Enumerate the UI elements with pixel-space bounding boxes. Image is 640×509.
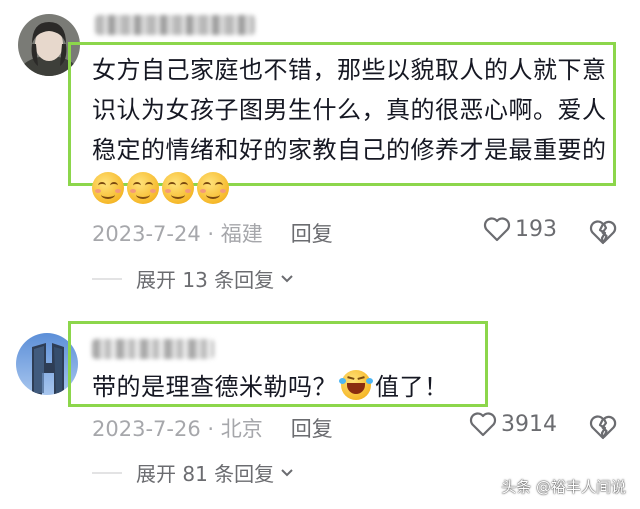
comment-text-part: 带的是理查德米勒吗？ [92, 373, 337, 401]
smiling-face-emoji [162, 172, 194, 204]
date-location: 2023-7-26 · 北京 [92, 417, 263, 441]
comment-item: 女方自己家庭也不错，那些以貌取人的人就下意识认为女孩子图男生什么，真的很恶心啊。… [0, 0, 640, 305]
broken-heart-icon [589, 415, 617, 440]
smiling-face-emoji [127, 172, 159, 204]
heart-icon [469, 412, 497, 437]
comment-text: 带的是理查德米勒吗？ 值了！ [92, 367, 472, 407]
dislike-button[interactable] [589, 414, 617, 444]
like-count: 193 [515, 216, 557, 242]
smiling-face-emoji [197, 172, 229, 204]
like-button[interactable]: 3914 [469, 411, 557, 437]
broken-heart-icon [589, 220, 617, 245]
dislike-button[interactable] [589, 219, 617, 249]
like-button[interactable]: 193 [483, 216, 557, 242]
comment-meta: 2023-7-24 · 福建 回复 [92, 218, 333, 248]
reply-button[interactable]: 回复 [291, 218, 333, 248]
date-location: 2023-7-24 · 福建 [92, 222, 263, 246]
comment-meta: 2023-7-26 · 北京 回复 [92, 413, 333, 443]
expand-replies-button[interactable]: 展开 13 条回复 [92, 264, 294, 293]
comment-text: 女方自己家庭也不错，那些以貌取人的人就下意识认为女孩子图男生什么，真的很恶心啊。… [92, 56, 607, 164]
username-blurred[interactable] [95, 15, 255, 35]
chevron-down-icon [281, 468, 293, 476]
expand-replies-label: 展开 81 条回复 [136, 462, 275, 486]
reply-button[interactable]: 回复 [291, 413, 333, 443]
like-count: 3914 [501, 411, 557, 437]
expand-replies-button[interactable]: 展开 81 条回复 [92, 458, 294, 487]
expand-replies-label: 展开 13 条回复 [136, 268, 275, 292]
laughing-crying-emoji [339, 370, 373, 400]
chevron-down-icon [281, 274, 293, 282]
watermark: 头条 @裕丰人间说 [501, 478, 626, 496]
emoji-row [92, 172, 229, 204]
heart-icon [483, 217, 511, 242]
divider-line [92, 277, 122, 280]
comment-text-part: 值了！ [375, 373, 449, 401]
divider-line [92, 471, 122, 474]
smiling-face-emoji [92, 172, 124, 204]
